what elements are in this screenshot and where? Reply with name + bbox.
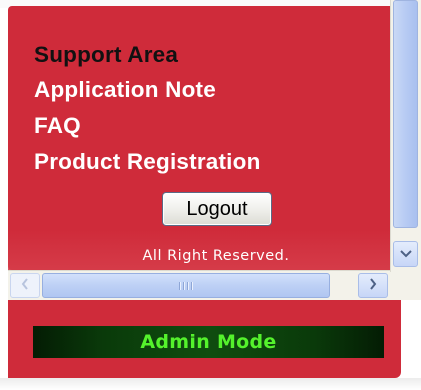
vertical-scroll-thumb[interactable] [393,0,418,228]
bottom-edge [0,378,421,390]
scroll-right-button[interactable] [358,273,388,298]
faq-link[interactable]: FAQ [34,114,81,138]
chevron-down-icon [399,245,412,263]
chevron-left-icon [21,277,29,295]
mode-label: Admin Mode [140,331,277,353]
scroll-left-button[interactable] [10,273,40,298]
chevron-right-icon [369,277,377,295]
scroll-down-button[interactable] [393,241,418,267]
horizontal-scrollbar[interactable] [8,270,390,301]
vertical-scrollbar[interactable] [390,0,421,272]
scrollbar-corner [390,272,421,300]
support-area-link[interactable]: Support Area [34,43,178,67]
logout-button[interactable]: Logout [162,192,272,226]
grip-icon [179,281,193,290]
product-registration-link[interactable]: Product Registration [34,150,261,174]
horizontal-scroll-thumb[interactable] [42,273,330,298]
application-note-link[interactable]: Application Note [34,78,216,102]
copyright-text: All Right Reserved. [142,248,290,264]
mode-indicator: Admin Mode [33,326,384,358]
